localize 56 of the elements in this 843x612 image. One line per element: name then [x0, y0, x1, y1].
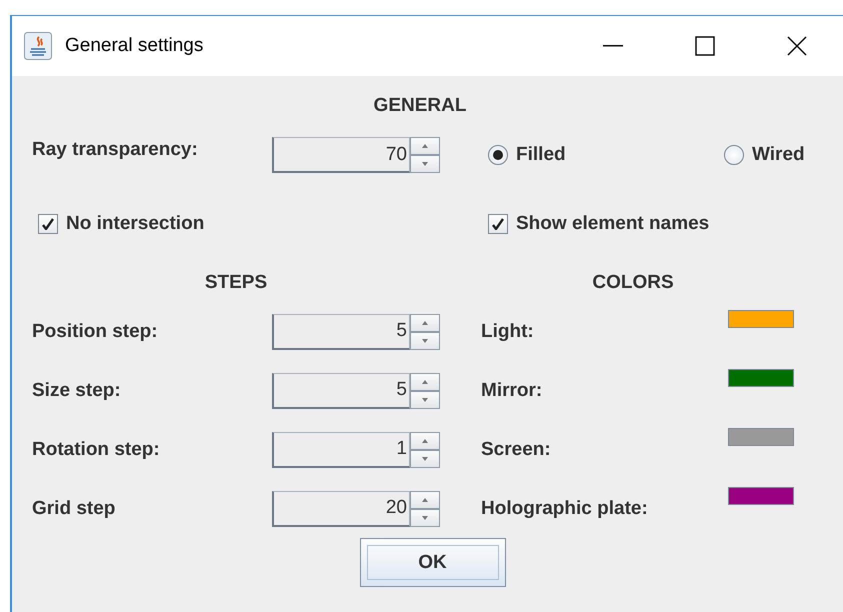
spin-down-button[interactable]	[410, 450, 440, 468]
number-field[interactable]: 20	[272, 490, 410, 526]
field-label: Grid step	[32, 498, 116, 520]
number-field[interactable]: 5	[272, 372, 410, 408]
spin-up-button[interactable]	[410, 137, 440, 155]
radio-label: Filled	[516, 144, 566, 166]
close-icon	[787, 36, 807, 56]
checkbox-option[interactable]: Show element names	[488, 213, 828, 235]
up-arrow-icon	[422, 498, 428, 502]
spin-down-button[interactable]	[410, 332, 440, 350]
number-field[interactable]: 5	[272, 314, 410, 350]
color-swatch[interactable]	[728, 369, 794, 387]
down-arrow-icon	[422, 398, 428, 402]
number-field[interactable]: 1	[272, 432, 410, 468]
checkbox-option[interactable]: No intersection	[38, 213, 440, 235]
up-arrow-icon	[422, 438, 428, 442]
spin-up-button[interactable]	[410, 314, 440, 332]
down-arrow-icon	[422, 338, 428, 342]
color-label: Holographic plate:	[481, 498, 649, 520]
color-swatch[interactable]	[728, 428, 794, 446]
section-heading: STEPS	[204, 272, 268, 294]
color-label: Mirror:	[481, 380, 544, 402]
spin-up-button[interactable]	[410, 372, 440, 390]
color-swatch[interactable]	[728, 487, 794, 505]
down-arrow-icon	[422, 516, 428, 520]
field-label: Rotation step:	[32, 438, 161, 460]
spin-down-button[interactable]	[410, 390, 440, 408]
spin-up-button[interactable]	[410, 432, 440, 450]
spin-down-button[interactable]	[410, 155, 440, 173]
ok-button[interactable]: OK	[360, 538, 506, 587]
checkbox-label: No intersection	[66, 213, 204, 235]
down-arrow-icon	[422, 162, 428, 166]
checkbox-label: Show element names	[516, 213, 710, 235]
spin-down-button[interactable]	[410, 508, 440, 526]
number-field[interactable]: 70	[272, 137, 410, 173]
section-heading: COLORS	[591, 272, 675, 294]
radio-label: Wired	[752, 144, 805, 166]
app-icon	[24, 32, 52, 60]
up-arrow-icon	[422, 320, 428, 324]
up-arrow-icon	[422, 380, 428, 384]
radio-dot	[493, 150, 503, 160]
field-label: Position step:	[32, 320, 159, 342]
check-icon	[42, 218, 54, 230]
color-label: Light:	[481, 320, 535, 342]
minimize-icon	[603, 45, 623, 47]
section-heading: GENERAL	[372, 95, 468, 117]
window-title: General settings	[65, 35, 204, 57]
color-swatch[interactable]	[728, 310, 794, 328]
field-label: Size step:	[32, 380, 122, 402]
maximize-icon	[695, 36, 715, 56]
up-arrow-icon	[422, 144, 428, 148]
spin-up-button[interactable]	[410, 490, 440, 508]
color-label: Screen:	[481, 438, 552, 460]
down-arrow-icon	[422, 456, 428, 460]
check-icon	[492, 218, 504, 230]
field-label: Ray transparency:	[32, 139, 199, 161]
